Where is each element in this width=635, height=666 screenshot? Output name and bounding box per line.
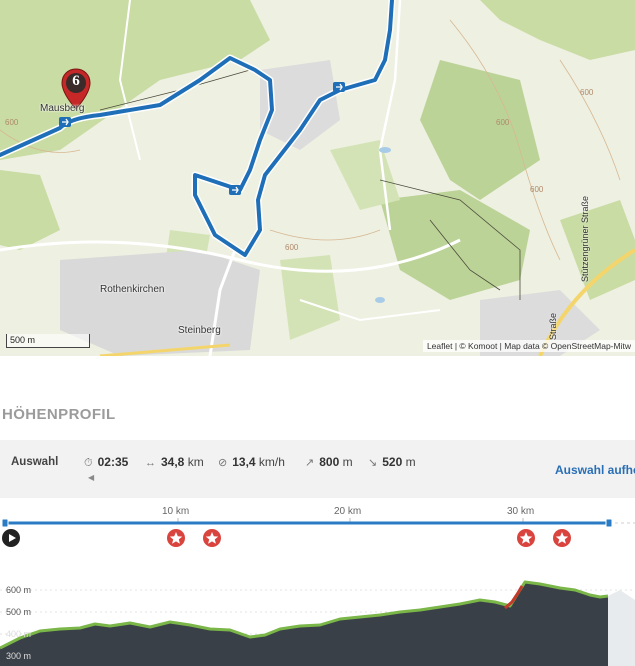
triangle-left-icon[interactable]: ◀ (88, 473, 94, 482)
highlight-star-icon[interactable] (516, 528, 536, 550)
range-handle-left (1, 518, 9, 528)
street-label: Straße (548, 312, 558, 340)
duration-value: 02:35 (97, 455, 129, 469)
contour-label: 600 (285, 243, 299, 252)
contour-label: 600 (5, 118, 19, 127)
contour-label: 600 (580, 88, 594, 97)
clock-icon: ⏱ (84, 457, 93, 469)
speed-stat: ⊘ 13,4 km/h (218, 455, 285, 469)
highlight-star-icon[interactable] (552, 528, 572, 550)
distance-unit: km (187, 455, 204, 469)
ascent-stat: ↗ 800 m (305, 455, 353, 469)
duration-stat: ⏱ 02:35 (84, 455, 128, 470)
place-label: Mausberg (40, 103, 85, 114)
arrow-up-right-icon: ↗ (305, 457, 315, 469)
contour-label: 600 (496, 118, 510, 127)
map-attribution[interactable]: Leaflet | © Komoot | Map data © OpenStre… (422, 340, 635, 352)
clear-selection-link[interactable]: Auswahl aufhe (555, 463, 635, 477)
highlight-star-icon[interactable] (166, 528, 186, 550)
descent-stat: ↘ 520 m (368, 455, 416, 469)
street-label: Stützengrüner Straße (580, 195, 590, 282)
elevation-profile[interactable]: 10 km 20 km 30 km 600 m 500 m 400 m 300 … (0, 498, 635, 666)
distance-stat: ↔ 34,8 km (145, 455, 204, 469)
map-scale: 500 m (6, 334, 90, 348)
elevation-tick-label: 600 m (6, 585, 32, 595)
average-speed-icon: ⊘ (218, 457, 228, 469)
descent-value: 520 (382, 455, 403, 469)
elevation-tick-label: 300 m (6, 651, 32, 661)
section-title: HÖHENPROFIL (2, 406, 116, 423)
elevation-chart (0, 518, 635, 666)
selection-label: Auswahl (11, 456, 59, 468)
descent-unit: m (405, 455, 416, 469)
waypoint-number: 6 (72, 73, 80, 89)
horizontal-arrows-icon: ↔ (145, 457, 156, 469)
arrow-down-right-icon: ↘ (368, 457, 378, 469)
ascent-unit: m (342, 455, 353, 469)
ascent-value: 800 (319, 455, 340, 469)
place-label: Steinberg (178, 325, 221, 336)
place-label: Rothenkirchen (100, 284, 165, 295)
speed-value: 13,4 (232, 455, 256, 469)
contour-label: 600 (530, 185, 544, 194)
elevation-tick-label: 500 m (6, 607, 32, 617)
elevation-tick-label: 400 m (6, 629, 32, 639)
speed-unit: km/h (258, 455, 285, 469)
selection-stats-bar: Auswahl ◀ ⏱ 02:35 ↔ 34,8 km ⊘ 13,4 km/h ↗ 80… (0, 440, 635, 498)
map-canvas (0, 0, 635, 356)
distance-value: 34,8 (161, 455, 185, 469)
route-map[interactable]: 6 Mausberg Rothenkirchen Steinberg 600 6… (0, 0, 635, 356)
highlight-star-icon[interactable] (202, 528, 222, 550)
play-icon[interactable] (2, 529, 20, 547)
range-handle-right (605, 518, 613, 528)
